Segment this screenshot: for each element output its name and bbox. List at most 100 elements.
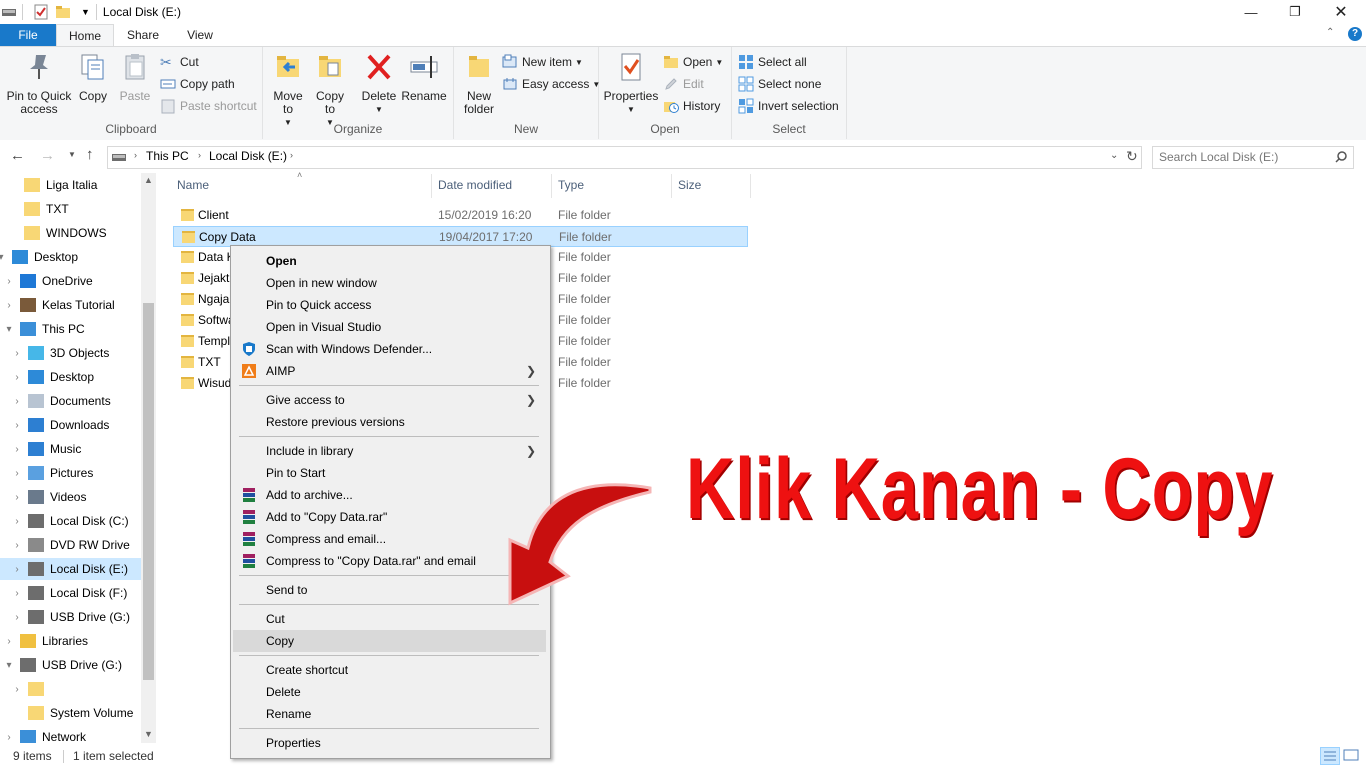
menu-item-scan-defender[interactable]: Scan with Windows Defender... <box>233 338 546 360</box>
nav-scrollbar[interactable]: ▲ ▼ <box>141 173 156 743</box>
nav-item[interactable]: › Pictures <box>0 462 141 484</box>
select-none-button[interactable]: Select none <box>738 74 821 94</box>
column-divider[interactable] <box>431 174 432 198</box>
nav-item[interactable]: › Libraries <box>0 630 141 652</box>
column-header-date[interactable]: Date modified <box>438 178 512 196</box>
drive-icon[interactable] <box>2 7 16 17</box>
nav-item[interactable]: TXT <box>0 198 141 220</box>
breadcrumb-this-pc[interactable]: This PC <box>146 149 189 163</box>
properties-check-icon[interactable] <box>33 4 49 20</box>
expand-chevron-icon[interactable]: › <box>2 636 16 647</box>
copy-path-button[interactable]: Copy path <box>160 74 235 94</box>
nav-item[interactable]: System Volume <box>0 702 141 724</box>
column-header-name[interactable]: Name <box>177 178 209 196</box>
address-dropdown-icon[interactable]: ⌄ <box>1110 150 1118 161</box>
expand-chevron-icon[interactable]: ▾ <box>2 324 16 335</box>
up-arrow-icon[interactable]: ↑ <box>86 146 94 163</box>
easy-access-button[interactable]: Easy access ▼ <box>502 74 600 94</box>
nav-item[interactable]: › Local Disk (F:) <box>0 582 141 604</box>
forward-arrow-icon[interactable]: → <box>40 147 55 164</box>
open-button[interactable]: Open ▼ <box>663 52 723 72</box>
select-all-button[interactable]: Select all <box>738 52 807 72</box>
expand-chevron-icon[interactable]: › <box>2 300 16 311</box>
expand-chevron-icon[interactable]: › <box>10 348 24 359</box>
nav-item[interactable]: › Documents <box>0 390 141 412</box>
expand-chevron-icon[interactable]: ▾ <box>0 252 8 263</box>
nav-item[interactable]: › Downloads <box>0 414 141 436</box>
recent-locations-icon[interactable]: ▼ <box>68 150 76 159</box>
help-icon[interactable]: ? <box>1348 27 1362 41</box>
nav-item[interactable]: › Music <box>0 438 141 460</box>
expand-chevron-icon[interactable]: › <box>10 516 24 527</box>
expand-chevron-icon[interactable]: › <box>10 588 24 599</box>
menu-item-pin-quick-access[interactable]: Pin to Quick access <box>233 294 546 316</box>
file-row[interactable]: Copy Data 19/04/2017 17:20 File folder <box>173 226 748 247</box>
nav-item[interactable]: › Videos <box>0 486 141 508</box>
search-icon[interactable] <box>1335 151 1347 163</box>
scroll-down-icon[interactable]: ▼ <box>144 729 153 739</box>
expand-chevron-icon[interactable]: › <box>10 396 24 407</box>
menu-item-open[interactable]: Open <box>233 250 546 272</box>
search-input[interactable]: Search Local Disk (E:) <box>1159 150 1278 164</box>
close-button[interactable]: ✕ <box>1318 0 1364 24</box>
nav-item[interactable]: › 3D Objects <box>0 342 141 364</box>
invert-selection-button[interactable]: Invert selection <box>738 96 839 116</box>
paste-shortcut-button[interactable]: Paste shortcut <box>160 96 257 116</box>
menu-item-restore-versions[interactable]: Restore previous versions <box>233 411 546 433</box>
maximize-button[interactable]: ❐ <box>1272 0 1318 24</box>
menu-item-create-shortcut[interactable]: Create shortcut <box>233 659 546 681</box>
paste-button[interactable]: Paste <box>115 51 155 103</box>
refresh-icon[interactable]: ↻ <box>1126 148 1138 165</box>
nav-item[interactable]: › USB Drive (G:) <box>0 606 141 628</box>
collapse-ribbon-icon[interactable]: ⌃ <box>1326 27 1334 38</box>
menu-item-open-new-window[interactable]: Open in new window <box>233 272 546 294</box>
expand-chevron-icon[interactable]: › <box>10 540 24 551</box>
breadcrumb-chevron-icon[interactable]: › <box>134 150 137 160</box>
cut-button[interactable]: ✂ Cut <box>160 52 199 72</box>
expand-chevron-icon[interactable]: › <box>10 492 24 503</box>
scroll-thumb[interactable] <box>143 303 154 680</box>
expand-chevron-icon[interactable]: › <box>10 468 24 479</box>
rename-button[interactable]: Rename <box>401 51 447 103</box>
column-header-size[interactable]: Size <box>678 178 701 196</box>
details-view-icon[interactable] <box>1320 747 1340 765</box>
column-header-type[interactable]: Type <box>558 178 584 196</box>
file-row[interactable]: Client 15/02/2019 16:20 File folder <box>173 205 748 226</box>
expand-chevron-icon[interactable]: › <box>2 276 16 287</box>
edit-button[interactable]: Edit <box>663 74 704 94</box>
expand-chevron-icon[interactable]: › <box>10 612 24 623</box>
nav-item[interactable]: ▾ USB Drive (G:) <box>0 654 141 676</box>
copy-to-button[interactable]: Copy to ▼ <box>310 51 350 129</box>
tab-file[interactable]: File <box>0 24 56 46</box>
expand-chevron-icon[interactable]: › <box>10 372 24 383</box>
large-icons-view-icon[interactable] <box>1343 748 1359 762</box>
menu-item-cut[interactable]: Cut <box>233 608 546 630</box>
properties-button[interactable]: Properties ▼ <box>603 51 659 116</box>
nav-item[interactable]: ▾ This PC <box>0 318 141 340</box>
pin-quick-access-button[interactable]: Pin to Quick access <box>4 51 74 116</box>
nav-item[interactable]: › Kelas Tutorial <box>0 294 141 316</box>
expand-chevron-icon[interactable]: ▾ <box>2 660 16 671</box>
breadcrumb-local-disk-e[interactable]: Local Disk (E:) <box>209 149 287 163</box>
expand-chevron-icon[interactable]: › <box>2 732 16 743</box>
column-divider[interactable] <box>551 174 552 198</box>
move-to-button[interactable]: Move to ▼ <box>268 51 308 129</box>
delete-button[interactable]: Delete ▼ <box>359 51 399 116</box>
history-button[interactable]: History <box>663 96 720 116</box>
search-box[interactable]: Search Local Disk (E:) <box>1152 146 1354 169</box>
nav-item[interactable]: WINDOWS <box>0 222 141 244</box>
scroll-up-icon[interactable]: ▲ <box>144 175 153 185</box>
chevron-down-icon[interactable]: ▼ <box>81 7 90 17</box>
new-folder-button[interactable]: New folder <box>458 51 500 116</box>
menu-item-delete[interactable]: Delete <box>233 681 546 703</box>
breadcrumb-chevron-icon[interactable]: › <box>290 150 293 160</box>
address-bar[interactable]: › This PC › Local Disk (E:) › ⌄ ↻ <box>107 146 1142 169</box>
nav-item[interactable]: › Local Disk (E:) <box>0 558 141 580</box>
nav-item[interactable]: ▾ Desktop <box>0 246 141 268</box>
tab-share[interactable]: Share <box>116 24 170 46</box>
nav-item[interactable]: › Local Disk (C:) <box>0 510 141 532</box>
minimize-button[interactable]: — <box>1228 0 1274 24</box>
expand-chevron-icon[interactable]: › <box>10 564 24 575</box>
expand-chevron-icon[interactable]: › <box>10 420 24 431</box>
copy-button[interactable]: Copy <box>74 51 112 103</box>
